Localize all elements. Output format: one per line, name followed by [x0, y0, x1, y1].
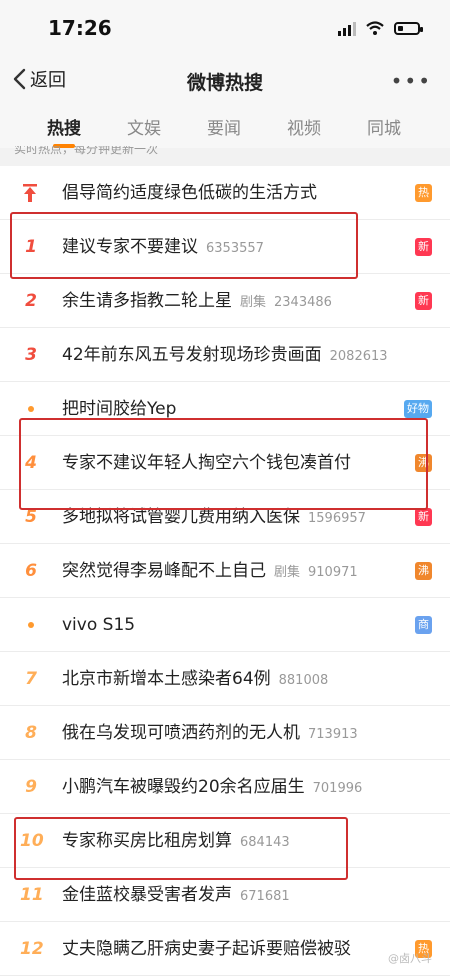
rank-number: 7 — [25, 669, 37, 689]
promoted-dot-icon — [28, 622, 34, 628]
promoted-dot-icon — [28, 406, 34, 412]
list-item[interactable]: 3 42年前东风五号发射现场珍贵画面 2082613 — [0, 328, 450, 382]
list-item[interactable]: 12 丈夫隐瞒乙肝病史妻子起诉要赔偿被驳热 — [0, 922, 450, 976]
trend-badge: 新 — [415, 238, 432, 256]
trend-category: 剧集 — [274, 565, 301, 580]
list-item[interactable]: vivo S15 商 — [0, 598, 450, 652]
trend-badge: 沸 — [415, 562, 432, 580]
trend-badge: 新 — [415, 508, 432, 526]
trend-heat-count: 1596957 — [308, 511, 366, 526]
pinned-top-icon — [23, 184, 37, 202]
trend-badge: 商 — [415, 616, 432, 634]
trend-title-text: 小鹏汽车被曝毁约20余名应届生 — [62, 777, 305, 797]
trend-title-text: 金佳蓝校暴受害者发声 — [62, 885, 232, 905]
trend-heat-count: 713913 — [308, 727, 358, 742]
highlight-box — [10, 212, 358, 279]
trend-title-text: 倡导简约适度绿色低碳的生活方式 — [62, 183, 317, 203]
trend-heat-count: 881008 — [278, 673, 329, 688]
trend-badge: 新 — [415, 292, 432, 310]
trend-title: 北京市新增本土感染者64例 881008 — [62, 652, 328, 706]
list-item[interactable]: 8 俄在乌发现可喷洒药剂的无人机 713913 — [0, 706, 450, 760]
highlight-box — [19, 418, 428, 510]
battery-icon — [394, 21, 423, 35]
rank-number: 2 — [25, 291, 37, 311]
trend-title-text: 42年前东风五号发射现场珍贵画面 — [62, 345, 322, 365]
list-item[interactable]: 2 余生请多指教二轮上星 剧集 2343486 新 — [0, 274, 450, 328]
trend-heat-count: 2343486 — [274, 295, 332, 310]
trend-title-text: 突然觉得李易峰配不上自己 — [62, 561, 266, 581]
trend-title: 小鹏汽车被曝毁约20余名应届生 701996 — [62, 760, 362, 814]
trend-title: 突然觉得李易峰配不上自己 剧集 910971 — [62, 544, 358, 598]
trend-title: vivo S15 — [62, 598, 135, 652]
nav-bar: 返回 微博热搜 ••• — [0, 58, 450, 104]
tab-hot-search[interactable]: 热搜 — [24, 114, 104, 148]
trend-title: 丈夫隐瞒乙肝病史妻子起诉要赔偿被驳 — [62, 922, 351, 976]
trend-heat-count: 671681 — [240, 889, 290, 904]
status-time: 17:26 — [48, 16, 112, 40]
page-title: 微博热搜 — [186, 72, 263, 94]
rank-number: 8 — [25, 723, 37, 743]
trend-title: 42年前东风五号发射现场珍贵画面 2082613 — [62, 328, 388, 382]
trend-title-text: 北京市新增本土感染者64例 — [62, 669, 271, 689]
trend-heat-count: 910971 — [308, 565, 358, 580]
rank-number: 3 — [25, 345, 37, 365]
trend-heat-count: 701996 — [312, 781, 363, 796]
trend-badge: 好物 — [404, 400, 432, 418]
trend-title-text: vivo S15 — [62, 615, 136, 635]
trend-title-text: 俄在乌发现可喷洒药剂的无人机 — [62, 723, 300, 743]
watermark: @卤八斗 — [388, 952, 432, 965]
trend-heat-count: 2082613 — [329, 349, 388, 364]
tab-bar: 热搜 文娱 要闻 视频 同城 — [0, 104, 450, 148]
trend-title-text: 把时间胶给Yep — [62, 399, 177, 419]
update-notice: 实时热点，每分钟更新一次 — [14, 146, 159, 156]
trend-badge: 热 — [415, 184, 432, 202]
trend-title-text: 余生请多指教二轮上星 — [62, 291, 232, 311]
rank-number: 9 — [25, 777, 37, 797]
list-item[interactable]: 7 北京市新增本土感染者64例 881008 — [0, 652, 450, 706]
status-bar: 17:26 — [0, 0, 450, 58]
list-item[interactable]: 9 小鹏汽车被曝毁约20余名应届生 701996 — [0, 760, 450, 814]
cellular-signal-icon — [338, 20, 356, 36]
tab-entertainment[interactable]: 文娱 — [104, 114, 184, 139]
trend-title: 余生请多指教二轮上星 剧集 2343486 — [62, 274, 332, 328]
trend-category: 剧集 — [240, 295, 267, 310]
tab-video[interactable]: 视频 — [264, 114, 344, 139]
wifi-icon — [366, 21, 384, 35]
more-options-icon[interactable]: ••• — [391, 69, 432, 93]
trend-title-text: 丈夫隐瞒乙肝病史妻子起诉要赔偿被驳 — [62, 939, 351, 959]
status-icons — [338, 20, 423, 36]
trend-title-text: 多地拟将试管婴儿费用纳入医保 — [62, 507, 300, 527]
tab-local[interactable]: 同城 — [344, 114, 424, 139]
highlight-box — [14, 817, 348, 880]
battery-level — [398, 25, 403, 31]
trend-title: 俄在乌发现可喷洒药剂的无人机 713913 — [62, 706, 358, 760]
rank-number: 12 — [20, 939, 44, 959]
list-item[interactable]: 6 突然觉得李易峰配不上自己 剧集 910971 沸 — [0, 544, 450, 598]
rank-number: 6 — [25, 561, 37, 581]
tab-news[interactable]: 要闻 — [184, 114, 264, 139]
